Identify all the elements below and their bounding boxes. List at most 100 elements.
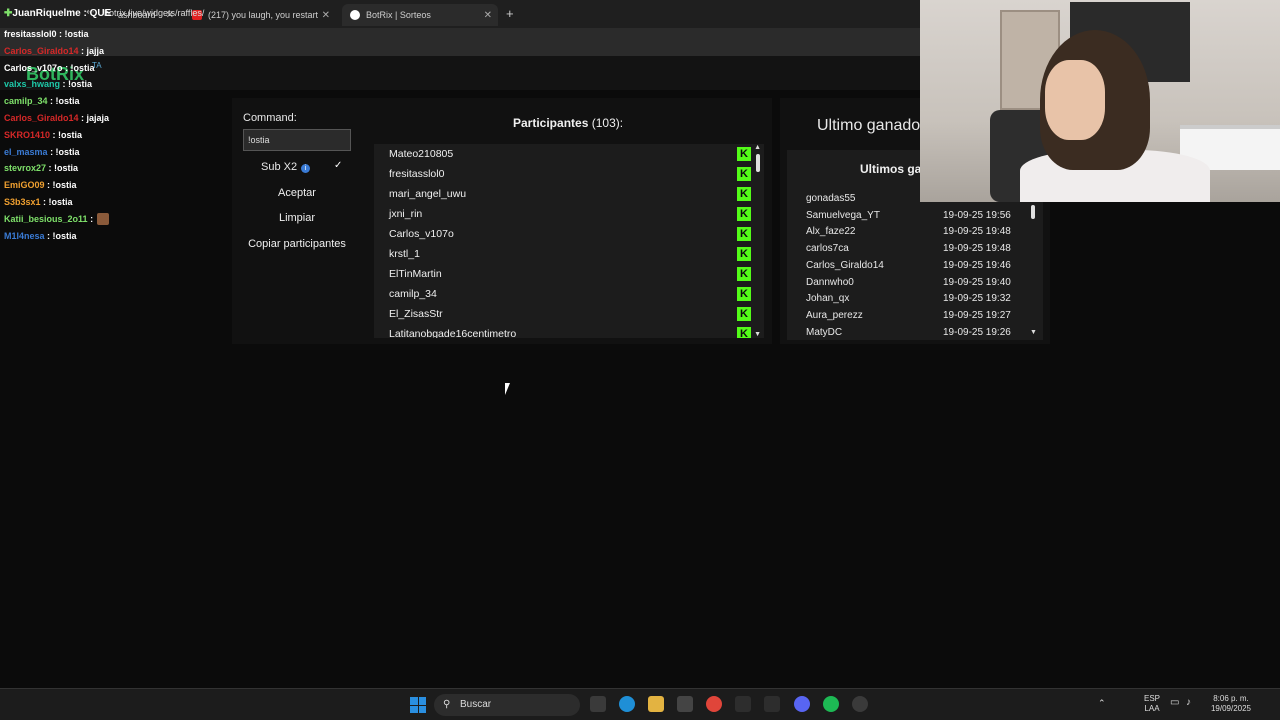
winner-name: Dannwho0 xyxy=(806,276,854,288)
taskbar-search[interactable]: ⚲ Buscar xyxy=(434,694,580,716)
scroll-down-icon[interactable]: ▼ xyxy=(754,331,761,338)
tab-label: BotRix | Sorteos xyxy=(366,10,431,20)
info-icon[interactable]: i xyxy=(301,164,311,173)
chrome-icon[interactable] xyxy=(706,696,722,712)
chat-text: : !ostia xyxy=(50,96,80,107)
network-icon[interactable]: ▭ xyxy=(1170,698,1179,708)
discord-icon[interactable] xyxy=(794,696,810,712)
participant-name: Mateo210805 xyxy=(389,148,454,160)
participant-row[interactable]: mari_angel_uwu K xyxy=(389,184,751,204)
obs-icon[interactable] xyxy=(852,696,868,712)
participant-row[interactable]: ElTinMartin K xyxy=(389,264,751,284)
mouse-cursor-icon xyxy=(505,383,515,395)
accept-button[interactable]: Aceptar xyxy=(243,183,351,203)
chat-username: camilp_34 xyxy=(4,96,48,107)
chat-message: el_masma : !ostia xyxy=(4,144,204,161)
participant-row[interactable]: Mateo210805 K xyxy=(389,144,751,164)
audio-app-icon[interactable] xyxy=(735,696,751,712)
chat-text: : !ostia xyxy=(62,79,93,90)
winner-row: Carlos_Giraldo14 19-09-25 19:46 xyxy=(806,257,1026,274)
chat-text: : jajaja xyxy=(81,112,110,123)
chat-message: camilp_34 : !ostia xyxy=(4,93,204,110)
participant-name: camilp_34 xyxy=(389,288,437,300)
scroll-up-icon[interactable]: ▲ xyxy=(754,144,761,151)
search-icon: ⚲ xyxy=(443,699,451,710)
capcut-icon[interactable] xyxy=(764,696,780,712)
language-indicator[interactable]: ESP LAA xyxy=(1142,694,1162,714)
chat-username: valxs_hwang xyxy=(4,79,61,90)
scrollbar[interactable] xyxy=(756,154,760,172)
webcam-person-face xyxy=(1045,60,1105,140)
clear-button[interactable]: Limpiar xyxy=(243,208,351,228)
participant-row[interactable]: camilp_34 K xyxy=(389,284,751,304)
new-tab-icon[interactable]: + xyxy=(506,6,514,21)
chat-username: EmiGO09 xyxy=(4,180,45,191)
scroll-down-icon[interactable]: ▼ xyxy=(1030,329,1037,336)
winner-row: Alx_faze22 19-09-25 19:48 xyxy=(806,223,1026,240)
copy-participants-button[interactable]: Copiar participantes xyxy=(243,234,351,254)
winner-name: carlos7ca xyxy=(806,243,849,255)
participant-name: El_ZisasStr xyxy=(389,308,443,320)
chat-username: Katii_besious_2o11 xyxy=(4,213,88,224)
winner-name: Aura_perezz xyxy=(806,309,863,321)
file-explorer-icon[interactable] xyxy=(648,696,664,712)
chat-message: Carlos_Giraldo14 : jajja xyxy=(4,43,204,60)
chat-username: Carlos_Giraldo14 xyxy=(4,45,79,56)
participant-row[interactable]: El_ZisasStr K xyxy=(389,304,751,324)
winner-date: 19-09-25 19:40 xyxy=(943,276,1011,288)
participant-row[interactable]: Carlos_v107o K xyxy=(389,224,751,244)
chat-message: Katii_besious_2o11 : xyxy=(4,211,204,228)
participant-name: fresitasslol0 xyxy=(389,168,445,180)
chat-text: : !ostia xyxy=(47,230,77,241)
chat-message: fresitasslol0 : !ostia xyxy=(4,26,204,43)
clock[interactable]: 8:06 p. m. 19/09/2025 xyxy=(1204,694,1258,714)
winner-date: 19-09-25 19:46 xyxy=(943,259,1011,271)
volume-icon[interactable]: ♪ xyxy=(1186,698,1191,708)
winner-name: Johan_qx xyxy=(806,293,850,305)
command-input[interactable] xyxy=(243,129,351,151)
kick-icon: K xyxy=(737,267,751,281)
tab-botrix[interactable]: BotRix | Sorteos ✕ xyxy=(342,4,498,26)
task-view-icon[interactable] xyxy=(590,696,606,712)
tray-chevron-icon[interactable]: ⌃ xyxy=(1098,698,1106,708)
winner-date: 19-09-25 19:32 xyxy=(943,293,1011,305)
spotify-icon[interactable] xyxy=(823,696,839,712)
chat-username: S3b3sx1 xyxy=(4,196,41,207)
participant-name: krstl_1 xyxy=(389,248,420,260)
winner-date: 19-09-25 19:26 xyxy=(943,326,1011,338)
winners-list-title: Ultimos ga xyxy=(860,162,922,176)
close-icon[interactable]: ✕ xyxy=(322,10,330,21)
kick-icon: K xyxy=(737,187,751,201)
participant-row[interactable]: jxni_rin K xyxy=(389,204,751,224)
kick-icon: K xyxy=(737,147,751,161)
chat-text: : !ostia xyxy=(65,62,95,73)
close-icon[interactable]: ✕ xyxy=(484,10,492,21)
sub-x2-option[interactable]: Sub X2 i xyxy=(261,161,311,173)
participant-row[interactable]: Latitanobgade16centimetro K xyxy=(389,324,751,338)
chat-message: valxs_hwang : !ostia xyxy=(4,76,204,93)
tab-youtube[interactable]: (217) you laugh, you restart - Yo ✕ xyxy=(184,4,336,26)
chat-text: : !ostia xyxy=(50,146,80,157)
participant-row[interactable]: fresitasslol0 K xyxy=(389,164,751,184)
winner-row: Aura_perezz 19-09-25 19:27 xyxy=(806,307,1026,324)
sub-x2-checkbox[interactable]: ✓ xyxy=(334,160,342,171)
winner-date: 19-09-25 19:56 xyxy=(943,209,1011,221)
chat-username: SKRO1410 xyxy=(4,129,51,140)
chat-message: S3b3sx1 : !ostia xyxy=(4,194,204,211)
kick-icon: K xyxy=(737,247,751,261)
participant-row[interactable]: krstl_1 K xyxy=(389,244,751,264)
chat-text: : !ostia xyxy=(59,29,89,39)
windows-start-icon[interactable] xyxy=(410,697,426,713)
winner-date: 19-09-25 19:27 xyxy=(943,309,1011,321)
chat-message: Carlos_v107o : !ostia xyxy=(4,60,204,77)
scrollbar[interactable] xyxy=(1031,205,1035,219)
store-icon[interactable] xyxy=(677,696,693,712)
participant-name: Carlos_v107o xyxy=(389,228,454,240)
kick-icon: K xyxy=(737,307,751,321)
edge-icon[interactable] xyxy=(619,696,635,712)
url-field[interactable]: botrix.live/widgets/raffles/ xyxy=(104,8,204,18)
chat-username: el_masma xyxy=(4,146,48,157)
participants-list[interactable]: ▲ ▼ Mateo210805 Kfresitasslol0 Kmari_angel… xyxy=(374,144,764,338)
taskbar xyxy=(0,688,1280,720)
winner-row: Dannwho0 19-09-25 19:40 xyxy=(806,274,1026,291)
